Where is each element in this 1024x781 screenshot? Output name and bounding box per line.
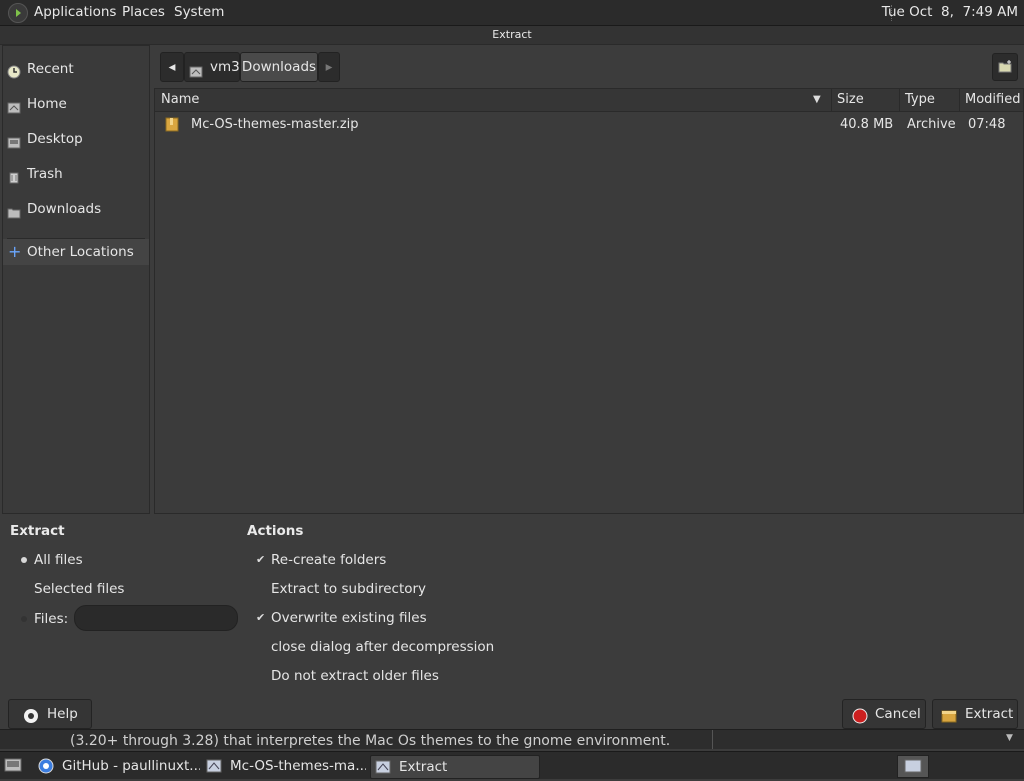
sidebar-item-label: Trash bbox=[27, 166, 63, 182]
column-separator bbox=[831, 89, 832, 111]
taskbar-item-label: Extract bbox=[399, 759, 448, 775]
taskbar-item-extract[interactable]: Extract bbox=[370, 755, 540, 779]
chevron-right-icon: ▸ bbox=[325, 59, 333, 75]
checkbox-label: Extract to subdirectory bbox=[271, 581, 427, 597]
table-row[interactable]: Mc-OS-themes-master.zip 40.8 MB Archive … bbox=[155, 113, 1023, 137]
extract-options: Extract All files Selected files Files: … bbox=[0, 515, 1024, 700]
radio-label: All files bbox=[34, 552, 83, 568]
sidebar-item-trash[interactable]: Trash bbox=[3, 161, 149, 187]
applications-logo-icon[interactable] bbox=[8, 3, 28, 23]
extract-section-header: Extract bbox=[10, 523, 65, 539]
column-separator bbox=[959, 89, 960, 111]
window-icon bbox=[375, 759, 391, 778]
file-name: Mc-OS-themes-master.zip bbox=[191, 117, 359, 132]
desktop-icon bbox=[7, 132, 21, 149]
checkmark-icon: ✔ bbox=[256, 611, 266, 624]
sidebar-item-label: Desktop bbox=[27, 131, 83, 147]
path-forward-button[interactable]: ▸ bbox=[318, 52, 340, 82]
column-header-name[interactable]: Name bbox=[161, 89, 199, 111]
checkmark-icon: ✔ bbox=[256, 553, 266, 566]
extract-label: Extract bbox=[965, 706, 1014, 722]
background-window: (3.20+ through 3.28) that interpretes th… bbox=[0, 729, 1024, 749]
taskbar-item-label: Mc-OS-themes-ma... bbox=[230, 758, 366, 774]
sidebar: Recent Home Desktop Trash Downloads + Ot… bbox=[2, 45, 150, 514]
new-folder-icon bbox=[997, 60, 1013, 79]
help-button[interactable]: Help bbox=[8, 699, 92, 729]
show-desktop-icon[interactable] bbox=[4, 757, 22, 777]
sidebar-item-label: Recent bbox=[27, 61, 74, 77]
column-header-row: Name ▼ Size Type Modified bbox=[155, 89, 1023, 112]
radio-label: Selected files bbox=[34, 581, 125, 597]
menu-places[interactable]: Places bbox=[122, 4, 165, 20]
files-pattern-input[interactable] bbox=[74, 605, 238, 631]
taskbar-item-mc-os-themes[interactable]: Mc-OS-themes-ma... bbox=[204, 755, 366, 777]
chrome-icon bbox=[38, 758, 54, 777]
radio-unchecked-icon bbox=[21, 586, 27, 592]
sidebar-item-label: Downloads bbox=[27, 201, 102, 217]
sidebar-item-home[interactable]: Home bbox=[3, 91, 149, 117]
column-header-type[interactable]: Type bbox=[905, 89, 935, 111]
sort-down-icon[interactable]: ▼ bbox=[813, 89, 821, 111]
checkbox-label: close dialog after decompression bbox=[271, 639, 495, 655]
create-folder-button[interactable] bbox=[992, 53, 1018, 81]
chevron-left-icon: ◂ bbox=[168, 59, 176, 75]
path-segment-label: Downloads bbox=[241, 59, 317, 75]
path-segment-label: vm3 bbox=[210, 59, 240, 75]
menu-applications[interactable]: Applications bbox=[34, 4, 116, 20]
workspace-switcher[interactable] bbox=[897, 755, 929, 778]
help-label: Help bbox=[47, 706, 78, 722]
checkbox-label: Overwrite existing files bbox=[271, 610, 427, 626]
folder-icon bbox=[7, 202, 21, 219]
cancel-label: Cancel bbox=[875, 706, 921, 722]
path-segment-downloads[interactable]: Downloads bbox=[240, 52, 318, 82]
checkbox-label: Re-create folders bbox=[271, 552, 387, 568]
file-type: Archive bbox=[907, 117, 956, 132]
trash-icon bbox=[7, 167, 21, 184]
home-icon bbox=[7, 97, 21, 114]
path-back-button[interactable]: ◂ bbox=[160, 52, 184, 82]
sidebar-item-label: Other Locations bbox=[27, 244, 134, 260]
file-size: 40.8 MB bbox=[840, 117, 894, 132]
background-text: (3.20+ through 3.28) that interpretes th… bbox=[70, 733, 671, 749]
window-icon bbox=[206, 758, 222, 777]
recent-icon bbox=[7, 62, 21, 79]
column-header-size[interactable]: Size bbox=[837, 89, 864, 111]
taskbar-item-label: GitHub - paullinuxt... bbox=[62, 758, 200, 774]
checkbox-unchecked-icon bbox=[256, 642, 266, 652]
archive-icon bbox=[165, 117, 179, 136]
sidebar-item-downloads[interactable]: Downloads bbox=[3, 196, 149, 222]
top-panel: Applications Places System Tue Oct 8, 7:… bbox=[0, 0, 1024, 26]
checkbox-label: Do not extract older files bbox=[271, 668, 439, 684]
file-list[interactable]: Name ▼ Size Type Modified Mc-OS-themes-m… bbox=[154, 88, 1024, 514]
window-title: Extract bbox=[0, 26, 1024, 45]
divider bbox=[712, 730, 713, 749]
sidebar-item-other-locations[interactable]: + Other Locations bbox=[3, 239, 149, 265]
clock[interactable]: Tue Oct 8, 7:49 AM bbox=[882, 4, 1018, 20]
radio-unchecked-icon bbox=[21, 616, 27, 622]
home-icon bbox=[189, 60, 203, 78]
cancel-button[interactable]: Cancel bbox=[842, 699, 926, 729]
extract-button[interactable]: Extract bbox=[932, 699, 1018, 729]
sidebar-item-label: Home bbox=[27, 96, 67, 112]
checkbox-unchecked-icon bbox=[256, 584, 266, 594]
path-segment-vm3[interactable]: vm3 bbox=[184, 52, 240, 82]
checkbox-unchecked-icon bbox=[256, 671, 266, 681]
file-modified: 07:48 bbox=[968, 117, 1006, 132]
taskbar: GitHub - paullinuxt... Mc-OS-themes-ma..… bbox=[0, 751, 1024, 779]
path-bar: ◂ vm3 Downloads ▸ bbox=[154, 45, 1022, 87]
sidebar-item-recent[interactable]: Recent bbox=[3, 56, 149, 82]
taskbar-item-github[interactable]: GitHub - paullinuxt... bbox=[36, 755, 200, 777]
column-header-modified[interactable]: Modified bbox=[965, 89, 1020, 111]
actions-section-header: Actions bbox=[247, 523, 304, 539]
scroll-down-icon[interactable]: ▼ bbox=[1006, 733, 1013, 743]
column-separator bbox=[899, 89, 900, 111]
plus-icon: + bbox=[8, 242, 22, 261]
radio-checked-icon bbox=[21, 557, 27, 563]
radio-label: Files: bbox=[34, 611, 69, 627]
sidebar-item-desktop[interactable]: Desktop bbox=[3, 126, 149, 152]
menu-system[interactable]: System bbox=[174, 4, 224, 20]
